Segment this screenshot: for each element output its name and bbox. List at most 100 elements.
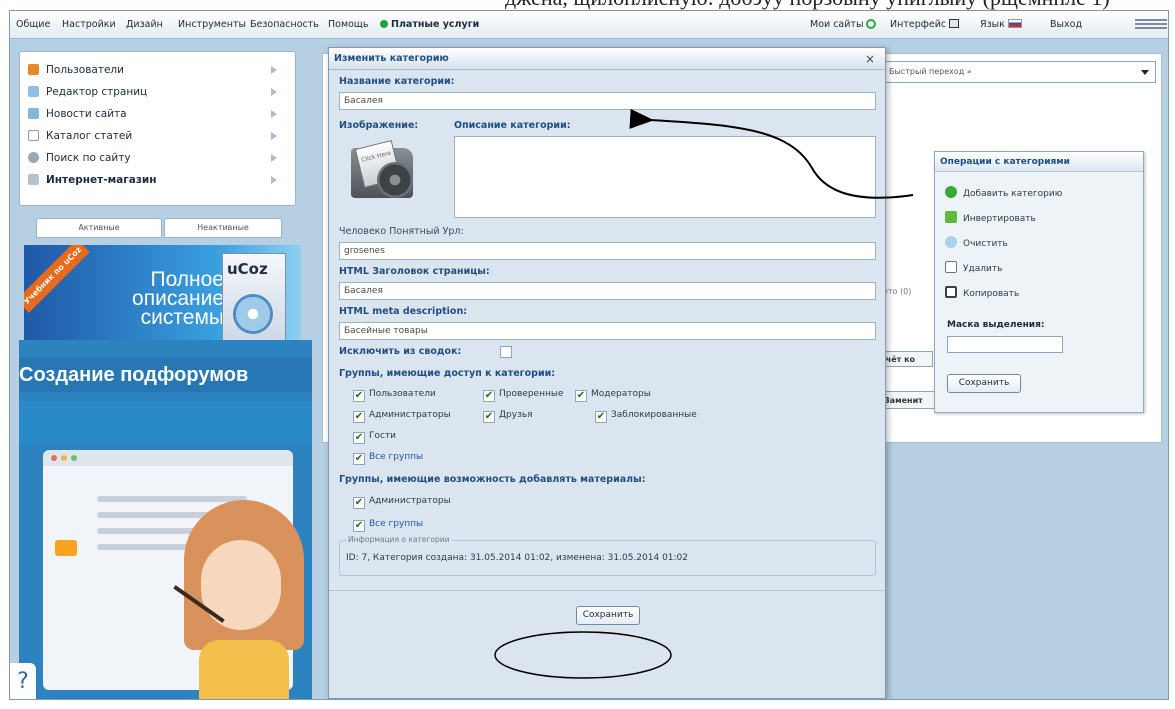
operations-title: Операции с категориями bbox=[935, 152, 1143, 172]
clear-icon bbox=[945, 236, 957, 248]
access-checkbox-admins[interactable]: ✔ Администраторы bbox=[353, 410, 451, 423]
sidebar-item-catalog[interactable]: Каталог статей bbox=[26, 125, 291, 147]
description-label: Описание категории: bbox=[454, 120, 571, 131]
save-button[interactable]: Сохранить bbox=[576, 606, 640, 625]
product-box-image: uCoz bbox=[222, 253, 286, 341]
check-icon: ✔ bbox=[483, 411, 495, 423]
help-button[interactable]: ? bbox=[10, 663, 36, 699]
promo-banner[interactable]: Учебник по uCoz Полное описание системы … bbox=[24, 245, 301, 348]
category-operations-panel: Операции с категориями Добавить категори… bbox=[934, 151, 1144, 413]
paid-dot-icon bbox=[380, 20, 388, 28]
check-icon: ✔ bbox=[353, 432, 365, 444]
trash-icon bbox=[945, 261, 957, 273]
add-checkbox-admins[interactable]: ✔ Администраторы bbox=[353, 496, 451, 509]
sidebar-item-search[interactable]: Поиск по сайту bbox=[26, 147, 291, 169]
menu-settings[interactable]: Настройки bbox=[62, 19, 116, 30]
promo-brand: uCoz bbox=[227, 260, 268, 278]
quick-nav-select[interactable]: Быстрый переход » bbox=[882, 61, 1156, 83]
exclude-label: Исключить из сводок: bbox=[339, 346, 462, 357]
name-label: Название категории: bbox=[339, 76, 455, 87]
access-checkbox-verified[interactable]: ✔ Проверенные bbox=[483, 389, 564, 402]
menu-paid-label: Платные услуги bbox=[391, 19, 480, 30]
menu-paid-services[interactable]: Платные услуги bbox=[380, 19, 479, 30]
menu-exit[interactable]: Выход bbox=[1050, 19, 1082, 30]
background-button-recount[interactable]: счёт ко bbox=[878, 351, 933, 367]
tab-inactive[interactable]: Неактивные bbox=[164, 218, 282, 238]
sidebar-item-users[interactable]: Пользователи bbox=[26, 59, 291, 81]
menu-language[interactable]: Язык bbox=[980, 19, 1022, 30]
promo-text: Полное описание системы bbox=[132, 268, 224, 329]
check-icon: ✔ bbox=[575, 390, 587, 402]
menu-security[interactable]: Безопасность bbox=[250, 19, 319, 30]
category-image-upload[interactable]: Click Here bbox=[347, 139, 423, 202]
edit-category-dialog: Изменить категорию × Название категории:… bbox=[328, 47, 886, 699]
menu-my-sites[interactable]: Мои сайты bbox=[810, 19, 877, 30]
meta-description-input[interactable]: Басейные товары bbox=[339, 322, 876, 340]
checkbox-label: Все группы bbox=[369, 452, 424, 462]
chevron-right-icon bbox=[271, 154, 277, 162]
access-checkbox-moderators[interactable]: ✔ Модераторы bbox=[575, 389, 651, 402]
operation-label: Копировать bbox=[963, 289, 1020, 299]
mask-input[interactable] bbox=[947, 336, 1063, 353]
exclude-checkbox[interactable] bbox=[500, 346, 512, 358]
sidebar-item-news[interactable]: Новости сайта bbox=[26, 103, 291, 125]
add-category-button[interactable]: Добавить категорию bbox=[945, 186, 1062, 199]
tab-active[interactable]: Активные bbox=[36, 218, 162, 238]
image-label: Изображение: bbox=[339, 120, 419, 131]
video-preview[interactable]: Создание подфорумов bbox=[19, 340, 312, 699]
cd-icon bbox=[377, 162, 413, 198]
access-checkbox-all-groups[interactable]: ✔ Все группы bbox=[353, 452, 423, 465]
page-editor-icon bbox=[28, 86, 39, 97]
checkbox-label: Администраторы bbox=[369, 496, 451, 506]
menu-design[interactable]: Дизайн bbox=[126, 19, 163, 30]
sidebar-item-page-editor[interactable]: Редактор страниц bbox=[26, 81, 291, 103]
menu-general[interactable]: Общие bbox=[16, 19, 50, 30]
menu-interface[interactable]: Интерфейс bbox=[890, 19, 960, 30]
copy-button[interactable]: Копировать bbox=[945, 286, 1019, 299]
access-checkbox-friends[interactable]: ✔ Друзья bbox=[483, 410, 533, 423]
access-checkbox-users[interactable]: ✔ Пользователи bbox=[353, 389, 436, 402]
clear-button[interactable]: Очистить bbox=[945, 236, 1008, 249]
operations-save-button[interactable]: Сохранить bbox=[947, 374, 1021, 393]
close-icon[interactable]: × bbox=[865, 52, 875, 66]
delete-button[interactable]: Удалить bbox=[945, 261, 1002, 274]
invert-button[interactable]: Инвертировать bbox=[945, 211, 1036, 224]
sidebar-item-label: Новости сайта bbox=[46, 108, 127, 120]
top-menu-bar: Общие Настройки Дизайн Инструменты Безоп… bbox=[10, 11, 1168, 39]
caption-text: джена, щилоплисную: добэуу порзоыну упиг… bbox=[505, 0, 1110, 10]
language-label: Язык bbox=[980, 19, 1005, 30]
sidebar-item-label: Пользователи bbox=[46, 64, 124, 76]
operation-label: Инвертировать bbox=[963, 214, 1036, 224]
window-icon bbox=[949, 19, 960, 28]
html-title-input[interactable]: Басалея bbox=[339, 282, 876, 300]
sidebar-item-label: Интернет-магазин bbox=[46, 174, 157, 186]
catalog-icon bbox=[28, 130, 39, 141]
interface-label: Интерфейс bbox=[890, 19, 947, 30]
mask-label: Маска выделения: bbox=[947, 320, 1045, 330]
menu-help[interactable]: Помощь bbox=[328, 19, 368, 30]
url-input[interactable]: grosenes bbox=[339, 242, 876, 260]
exit-icon[interactable] bbox=[1135, 19, 1167, 29]
video-stage bbox=[19, 402, 312, 444]
page-caption: джена, щилоплисную: добэуу порзоыну упиг… bbox=[0, 0, 1175, 10]
news-icon bbox=[28, 108, 39, 119]
check-icon: ✔ bbox=[353, 497, 365, 509]
shop-icon bbox=[28, 174, 39, 185]
check-icon: ✔ bbox=[353, 411, 365, 423]
category-info-box: Информация о категории ID: 7, Категория … bbox=[339, 535, 876, 576]
add-checkbox-all-groups[interactable]: ✔ Все группы bbox=[353, 519, 423, 532]
sidebar-item-label: Каталог статей bbox=[46, 130, 133, 142]
sidebar-item-shop[interactable]: Интернет-магазин bbox=[26, 169, 291, 191]
access-checkbox-guests[interactable]: ✔ Гости bbox=[353, 431, 396, 444]
check-icon: ✔ bbox=[483, 390, 495, 402]
background-button-replace[interactable]: Заменит bbox=[880, 391, 936, 409]
info-legend: Информация о категории bbox=[346, 535, 452, 544]
checkbox-label: Модераторы bbox=[591, 389, 651, 399]
menu-tools[interactable]: Инструменты bbox=[178, 19, 246, 30]
access-checkbox-banned[interactable]: ✔ Заблокированные bbox=[595, 410, 697, 423]
category-description-textarea[interactable] bbox=[454, 136, 876, 218]
groups-add-label: Группы, имеющие возможность добавлять ма… bbox=[339, 474, 646, 485]
checkbox-label: Все группы bbox=[369, 519, 424, 529]
check-icon: ✔ bbox=[353, 453, 365, 465]
category-name-input[interactable]: Басалея bbox=[339, 92, 876, 110]
